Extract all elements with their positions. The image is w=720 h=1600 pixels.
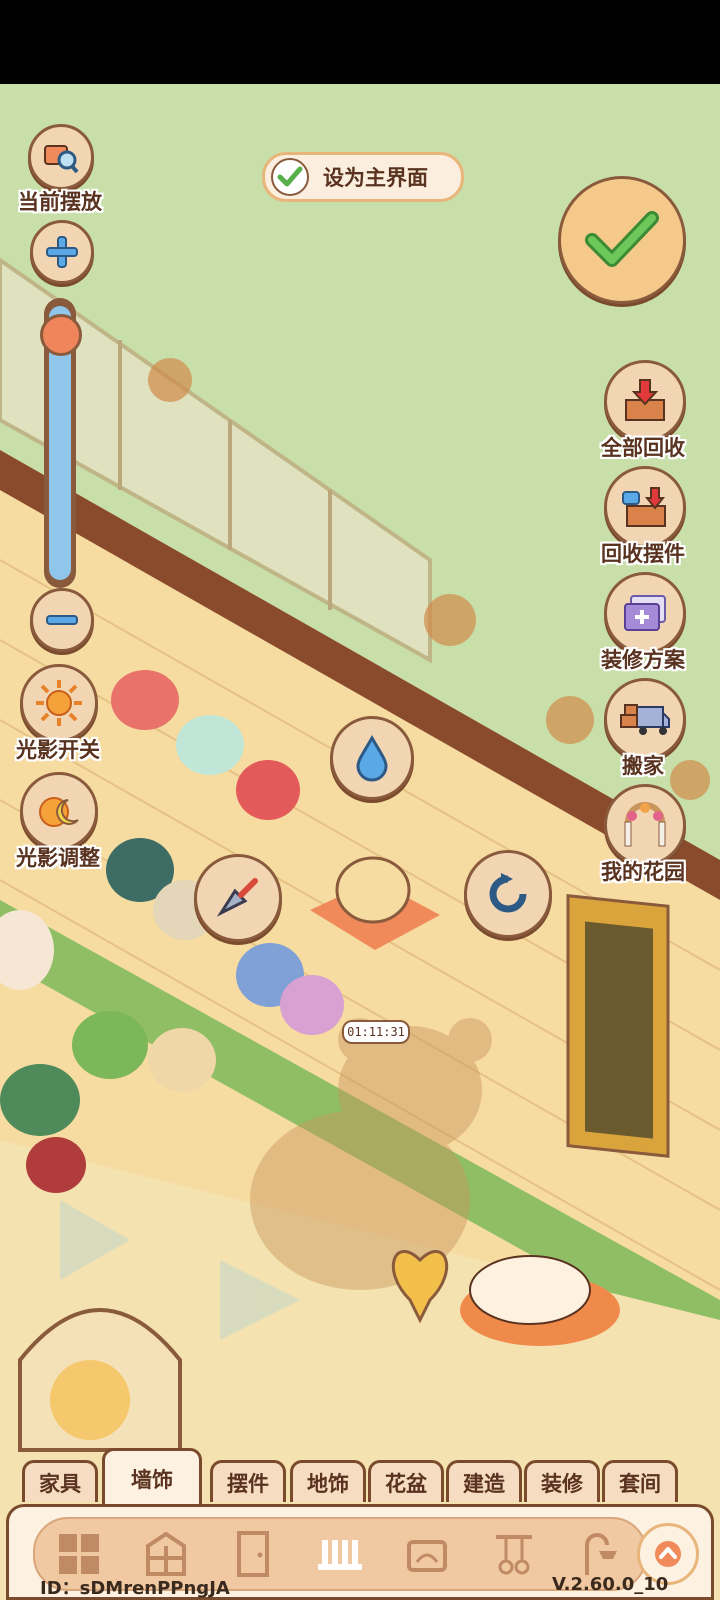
moving-truck-icon bbox=[620, 704, 670, 735]
tab-build[interactable]: 建造 bbox=[446, 1460, 522, 1502]
garden-arch-icon bbox=[624, 802, 666, 847]
my-garden-label: 我的花园 bbox=[601, 860, 685, 884]
sun-icon bbox=[36, 680, 82, 726]
growth-timer: 01:11:31 bbox=[342, 1020, 410, 1044]
minus-icon bbox=[46, 615, 78, 625]
light-adjust-button[interactable] bbox=[20, 772, 98, 850]
zoom-in-button[interactable] bbox=[30, 220, 94, 284]
chevron-up-icon bbox=[655, 1541, 681, 1567]
tab-wall-decor[interactable]: 墙饰 bbox=[102, 1448, 202, 1506]
shower-icon[interactable] bbox=[575, 1528, 627, 1580]
shovel-button[interactable] bbox=[194, 854, 282, 942]
recycle-items-button[interactable] bbox=[604, 466, 686, 548]
category-tabs: 家具 墙饰 摆件 地饰 花盆 建造 装修 套间 bbox=[0, 1448, 720, 1506]
tab-ornaments[interactable]: 摆件 bbox=[210, 1460, 286, 1502]
tab-floor-decor[interactable]: 地饰 bbox=[290, 1460, 366, 1502]
recycle-all-label: 全部回收 bbox=[601, 436, 685, 460]
move-house-button[interactable] bbox=[604, 678, 686, 760]
set-main-screen-toggle[interactable]: 设为主界面 bbox=[262, 152, 464, 202]
rotate-icon bbox=[489, 873, 527, 913]
shovel-icon bbox=[216, 878, 258, 917]
tab-suites[interactable]: 套间 bbox=[602, 1460, 678, 1502]
box-recycle-icon bbox=[622, 487, 666, 527]
plus-icon bbox=[46, 236, 78, 268]
decor-plan-button[interactable] bbox=[604, 572, 686, 654]
rotate-button[interactable] bbox=[464, 850, 552, 938]
my-garden-button[interactable] bbox=[604, 784, 686, 866]
wall-art-icon[interactable] bbox=[401, 1528, 453, 1580]
tab-furniture[interactable]: 家具 bbox=[22, 1460, 98, 1502]
check-icon bbox=[271, 158, 309, 196]
player-id: ID：sDMrenPPngJA bbox=[40, 1578, 230, 1599]
recycle-items-label: 回收摆件 bbox=[601, 542, 685, 566]
door-icon[interactable] bbox=[227, 1528, 279, 1580]
zoom-out-button[interactable] bbox=[30, 588, 94, 652]
decor-plan-label: 装修方案 bbox=[601, 648, 685, 672]
recycle-all-button[interactable] bbox=[604, 360, 686, 442]
current-place-label: 当前摆放 bbox=[18, 190, 102, 214]
current-place-button[interactable] bbox=[28, 124, 94, 190]
water-drop-icon bbox=[356, 734, 388, 782]
light-adjust-label: 光影调整 bbox=[16, 846, 100, 870]
hanging-rack-icon[interactable] bbox=[488, 1528, 540, 1580]
tab-renovate[interactable]: 装修 bbox=[524, 1460, 600, 1502]
confirm-button[interactable] bbox=[558, 176, 686, 304]
light-toggle-label: 光影开关 bbox=[16, 738, 100, 762]
version-text: V.2.60.0_10 bbox=[552, 1574, 669, 1595]
window-frame-icon[interactable] bbox=[140, 1528, 192, 1580]
folder-add-icon bbox=[624, 595, 666, 631]
light-toggle-button[interactable] bbox=[20, 664, 98, 742]
set-main-screen-label: 设为主界面 bbox=[323, 166, 428, 190]
sun-moon-icon bbox=[39, 797, 79, 827]
fence-icon[interactable] bbox=[314, 1528, 366, 1580]
zoom-slider-handle[interactable] bbox=[40, 314, 82, 356]
window-grid-icon[interactable] bbox=[53, 1528, 105, 1580]
move-house-label: 搬家 bbox=[622, 754, 664, 778]
water-button[interactable] bbox=[330, 716, 414, 800]
tab-flower-pots[interactable]: 花盆 bbox=[368, 1460, 444, 1502]
box-arrow-down-icon bbox=[625, 379, 665, 421]
confirm-check-icon bbox=[585, 211, 659, 267]
magnifier-icon bbox=[44, 145, 79, 174]
